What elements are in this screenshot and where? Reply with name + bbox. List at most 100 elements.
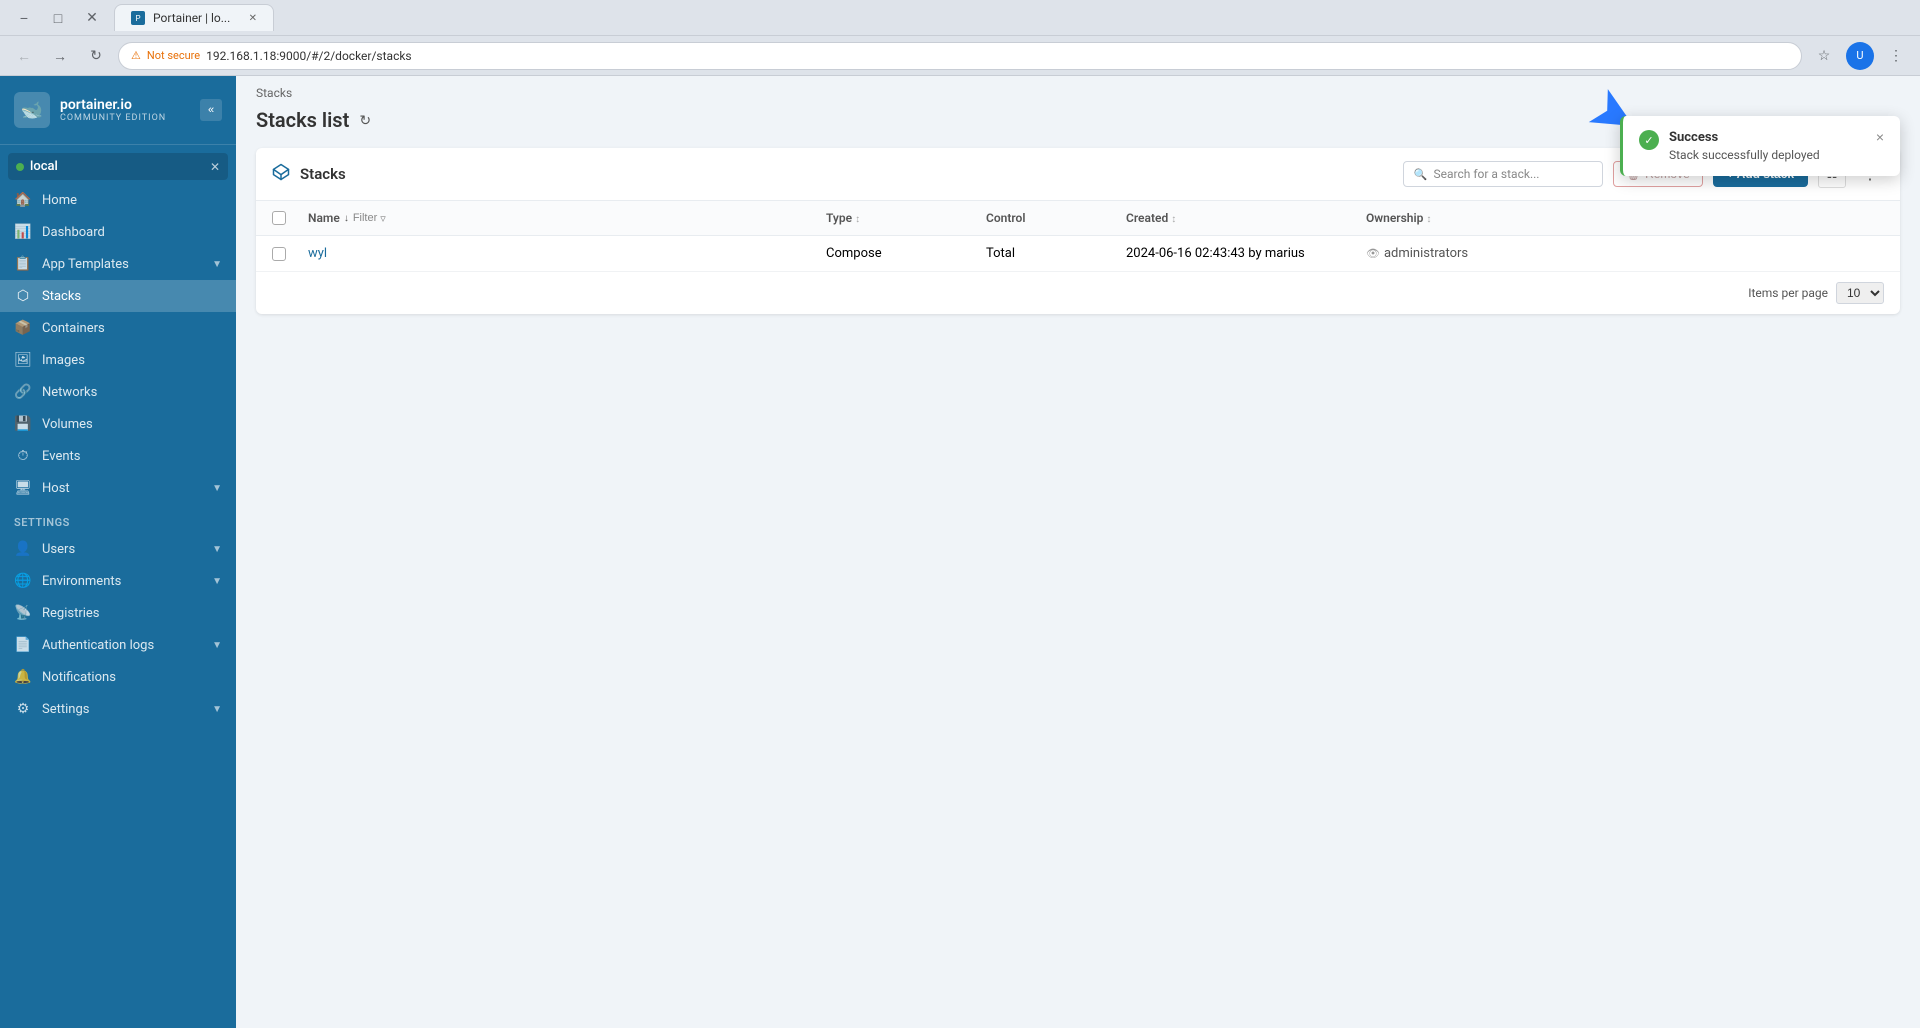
th-name: Name ↓ Filter ▿ [308, 211, 826, 225]
toast-close-button[interactable]: × [1876, 130, 1884, 144]
sidebar-item-app-templates-label: App Templates [42, 257, 202, 272]
env-section[interactable]: local ✕ [8, 153, 228, 180]
sidebar-item-stacks-label: Stacks [42, 289, 222, 304]
security-icon: ⚠ [131, 49, 141, 62]
panel-stacks-icon [272, 163, 290, 185]
filter-icon: ▿ [380, 212, 386, 225]
containers-icon: 📦 [14, 320, 32, 336]
th-ownership-label: Ownership [1366, 211, 1423, 225]
auth-logs-icon: 📄 [14, 637, 32, 653]
main-content: Stacks Stacks list ↻ Stacks 🔍 Search for [236, 76, 1920, 1028]
secure-label: Not secure [147, 49, 200, 62]
filter-button[interactable]: Filter ▿ [353, 212, 386, 225]
sidebar-item-containers[interactable]: 📦 Containers [0, 312, 236, 344]
env-close-btn[interactable]: ✕ [210, 160, 220, 174]
th-created-label: Created [1126, 211, 1168, 225]
stack-name-link[interactable]: wyl [308, 246, 327, 261]
logo-icon: 🐋 [14, 92, 50, 128]
sidebar-item-home-label: Home [42, 193, 222, 208]
bookmark-btn[interactable]: ☆ [1810, 42, 1838, 70]
active-tab[interactable]: P Portainer | lo... ✕ [114, 4, 274, 31]
settings-chevron-icon: ▼ [212, 704, 222, 715]
sidebar-item-volumes[interactable]: 💾 Volumes [0, 408, 236, 440]
close-btn[interactable]: ✕ [78, 4, 106, 32]
sidebar-item-stacks[interactable]: ⬡ Stacks [0, 280, 236, 312]
sidebar-item-auth-logs[interactable]: 📄 Authentication logs ▼ [0, 629, 236, 661]
sidebar-item-notifications[interactable]: 🔔 Notifications [0, 661, 236, 693]
env-name-label: local [30, 159, 204, 174]
address-bar[interactable]: ⚠ Not secure 192.168.1.18:9000/#/2/docke… [118, 42, 1802, 70]
chrome-menu-btn[interactable]: ⋮ [1882, 42, 1910, 70]
sidebar-item-events-label: Events [42, 449, 222, 464]
tab-close-icon[interactable]: ✕ [249, 13, 257, 24]
maximize-btn[interactable]: □ [44, 4, 72, 32]
ownership-sort-icon[interactable]: ↕ [1426, 214, 1431, 225]
sidebar-item-dashboard-label: Dashboard [42, 225, 222, 240]
toast-content: Success Stack successfully deployed [1669, 130, 1866, 162]
env-status-dot [16, 163, 24, 171]
sidebar-item-users[interactable]: 👤 Users ▼ [0, 533, 236, 565]
items-per-page-label: Items per page [1748, 286, 1828, 300]
select-all-checkbox[interactable] [272, 211, 286, 225]
items-per-page-select[interactable]: 10 25 50 [1836, 282, 1884, 304]
browser-controls: − □ ✕ [10, 4, 106, 32]
settings-icon: ⚙ [14, 701, 32, 717]
forward-btn[interactable]: → [46, 42, 74, 70]
sidebar-item-images-label: Images [42, 353, 222, 368]
volumes-icon: 💾 [14, 416, 32, 432]
sidebar-item-app-templates[interactable]: 📋 App Templates ▼ [0, 248, 236, 280]
logo-text-block: portainer.io COMMUNITY EDITION [60, 97, 166, 124]
app-layout: 🐋 portainer.io COMMUNITY EDITION « local… [0, 76, 1920, 1028]
type-sort-icon[interactable]: ↕ [855, 214, 860, 225]
users-icon: 👤 [14, 541, 32, 557]
th-name-label: Name [308, 211, 340, 225]
settings-section-label: Settings [0, 504, 236, 533]
back-btn[interactable]: ← [10, 42, 38, 70]
stacks-icon: ⬡ [14, 288, 32, 304]
app-templates-chevron-icon: ▼ [212, 259, 222, 270]
sidebar-item-host[interactable]: 🖥 Host ▼ [0, 472, 236, 504]
row-created: 2024-06-16 02:43:43 by marius [1126, 246, 1366, 261]
th-ownership: Ownership ↕ [1366, 211, 1884, 225]
sidebar-item-settings[interactable]: ⚙ Settings ▼ [0, 693, 236, 725]
th-type: Type ↕ [826, 211, 986, 225]
panel-title: Stacks [300, 165, 1393, 183]
url-text: 192.168.1.18:9000/#/2/docker/stacks [206, 49, 412, 63]
created-sort-icon[interactable]: ↕ [1171, 214, 1176, 225]
th-created: Created ↕ [1126, 211, 1366, 225]
host-chevron-icon: ▼ [212, 483, 222, 494]
reload-btn[interactable]: ↻ [82, 42, 110, 70]
table-row: wyl Compose Total 2024-06-16 02:43:43 by… [256, 236, 1900, 272]
table-footer: Items per page 10 25 50 [256, 272, 1900, 314]
events-icon: ⏱ [14, 448, 32, 464]
ownership-label: administrators [1384, 246, 1468, 261]
sidebar-item-networks-label: Networks [42, 385, 222, 400]
refresh-btn[interactable]: ↻ [359, 112, 371, 129]
minimize-btn[interactable]: − [10, 4, 38, 32]
toast-notification: ✓ Success Stack successfully deployed × [1620, 116, 1900, 176]
page-title: Stacks list [256, 108, 349, 132]
sidebar-collapse-btn[interactable]: « [200, 99, 222, 121]
address-bar-row: ← → ↻ ⚠ Not secure 192.168.1.18:9000/#/2… [0, 36, 1920, 76]
tab-title: Portainer | lo... [153, 11, 230, 25]
logo-text: portainer.io [60, 97, 166, 114]
sidebar-item-images[interactable]: 🖼 Images [0, 344, 236, 376]
th-control: Control [986, 211, 1126, 225]
toast-title: Success [1669, 130, 1866, 145]
sidebar-item-registries[interactable]: 📡 Registries [0, 597, 236, 629]
profile-btn[interactable]: U [1846, 42, 1874, 70]
sidebar-item-environments[interactable]: 🌐 Environments ▼ [0, 565, 236, 597]
sidebar-item-dashboard[interactable]: 📊 Dashboard [0, 216, 236, 248]
name-sort-icon[interactable]: ↓ [344, 213, 349, 224]
sidebar-item-host-label: Host [42, 481, 202, 496]
toast-success-icon: ✓ [1639, 130, 1659, 150]
sidebar-item-networks[interactable]: 🔗 Networks [0, 376, 236, 408]
registries-icon: 📡 [14, 605, 32, 621]
sidebar-item-events[interactable]: ⏱ Events [0, 440, 236, 472]
row-select-checkbox[interactable] [272, 247, 286, 261]
sidebar-item-home[interactable]: 🏠 Home [0, 184, 236, 216]
auth-logs-chevron-icon: ▼ [212, 640, 222, 651]
search-box[interactable]: 🔍 Search for a stack... [1403, 161, 1603, 187]
sidebar-item-volumes-label: Volumes [42, 417, 222, 432]
notifications-icon: 🔔 [14, 669, 32, 685]
